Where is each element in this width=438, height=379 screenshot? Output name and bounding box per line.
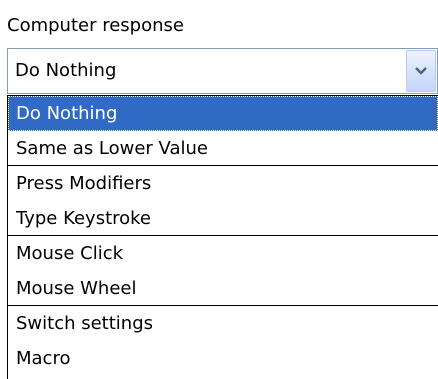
option-type-keystroke[interactable]: Type Keystroke <box>8 201 438 236</box>
chevron-down-icon <box>415 67 427 75</box>
computer-response-select[interactable]: Do Nothing <box>7 48 438 94</box>
response-options-list[interactable]: Do Nothing Same as Lower Value Press Mod… <box>7 95 438 379</box>
option-same-as-lower-value[interactable]: Same as Lower Value <box>8 131 438 166</box>
option-switch-settings[interactable]: Switch settings <box>8 306 438 341</box>
option-mouse-click[interactable]: Mouse Click <box>8 236 438 271</box>
computer-response-label: Computer response <box>7 15 184 36</box>
selected-value: Do Nothing <box>15 60 117 81</box>
option-do-nothing[interactable]: Do Nothing <box>8 96 438 131</box>
option-press-modifiers[interactable]: Press Modifiers <box>8 166 438 201</box>
option-mouse-wheel[interactable]: Mouse Wheel <box>8 271 438 306</box>
dropdown-button[interactable] <box>406 50 436 92</box>
option-macro[interactable]: Macro <box>8 341 438 376</box>
